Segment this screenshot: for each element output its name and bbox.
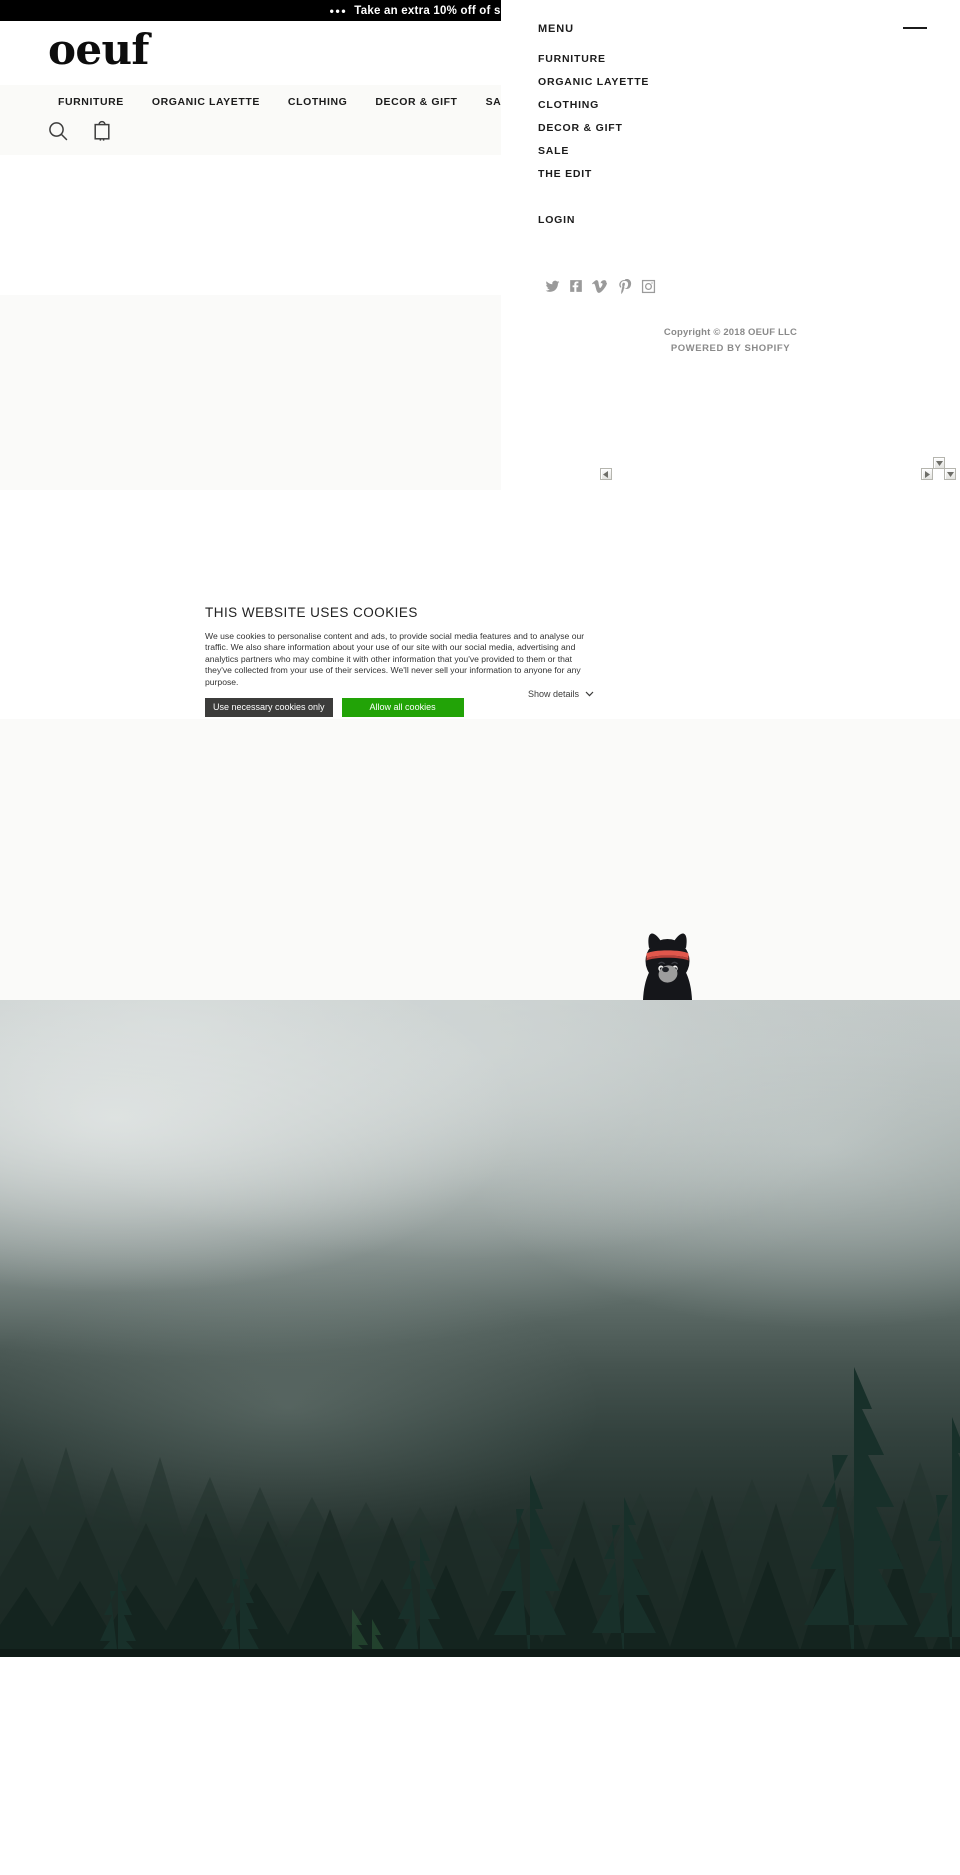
menu-item-furniture[interactable]: FURNITURE (538, 48, 838, 71)
cookie-title: THIS WEBSITE USES COOKIES (205, 605, 418, 620)
search-icon[interactable] (44, 117, 72, 145)
cookie-content: THIS WEBSITE USES COOKIES We use cookies… (205, 604, 725, 717)
nav-item-sale[interactable]: SALE (472, 85, 501, 119)
chevron-down-icon (585, 691, 594, 697)
cookie-consent-banner: THIS WEBSITE USES COOKIES We use cookies… (0, 604, 960, 719)
scroll-left-arrow[interactable] (600, 468, 612, 480)
scroll-down-arrow-lower[interactable] (944, 468, 956, 480)
show-details-label: Show details (528, 689, 580, 699)
menu-title: MENU (538, 23, 574, 35)
hero-whitespace (0, 155, 501, 295)
menu-item-login[interactable]: LOGIN (538, 214, 575, 226)
page-root: oeuf FURNITURE ORGANIC LAYETTE CLOTHING … (0, 0, 960, 1875)
page-bottom-whitespace (0, 1657, 960, 1875)
allow-all-cookies-button[interactable]: Allow all cookies (341, 697, 464, 717)
nav-item-clothing[interactable]: CLOTHING (274, 85, 361, 119)
powered-by-text: POWERED BY SHOPIFY (670, 343, 791, 354)
menu-panel-footer-space (501, 405, 960, 490)
content-white-strip (0, 490, 960, 608)
primary-nav: FURNITURE ORGANIC LAYETTE CLOTHING DECOR… (0, 85, 501, 119)
announcement-mask (501, 0, 960, 21)
menu-item-the-edit[interactable]: THE EDIT (538, 163, 838, 186)
primary-nav-band: FURNITURE ORGANIC LAYETTE CLOTHING DECOR… (0, 85, 501, 155)
instagram-icon[interactable] (641, 279, 656, 294)
cart-icon[interactable] (88, 117, 116, 145)
show-details-toggle[interactable]: Show details (528, 689, 594, 699)
use-necessary-cookies-button[interactable]: Use necessary cookies only (205, 697, 333, 717)
twitter-icon[interactable] (545, 279, 560, 294)
nav-icon-row (44, 117, 116, 145)
nav-item-organic-layette[interactable]: ORGANIC LAYETTE (138, 85, 274, 119)
cookie-actions: Use necessary cookies only Allow all coo… (205, 697, 725, 717)
menu-item-decor-gift[interactable]: DECOR & GIFT (538, 117, 838, 140)
social-links (545, 278, 675, 294)
menu-list: FURNITURE ORGANIC LAYETTE CLOTHING DECOR… (538, 48, 838, 186)
scroll-right-arrow[interactable] (921, 468, 933, 480)
copyright-text: Copyright © 2018 OEUF LLC (663, 327, 798, 338)
menu-item-clothing[interactable]: CLOTHING (538, 94, 838, 117)
vimeo-icon[interactable] (592, 278, 608, 294)
black-bear-mascot-icon (643, 933, 692, 1000)
announcement-dots: ••• (329, 3, 348, 18)
menu-footer-copy: Copyright © 2018 OEUF LLC POWERED BY SHO… (501, 325, 960, 357)
logo-band: oeuf (0, 21, 501, 85)
close-icon[interactable] (903, 22, 927, 34)
cookie-description: We use cookies to personalise content an… (205, 630, 585, 687)
pinterest-icon[interactable] (617, 278, 632, 294)
forest-hero-image (0, 1000, 960, 1657)
forest-treeline (0, 1367, 960, 1657)
mascot-stage (0, 719, 960, 1000)
nav-item-furniture[interactable]: FURNITURE (44, 85, 138, 119)
nav-item-decor-gift[interactable]: DECOR & GIFT (361, 85, 471, 119)
site-logo[interactable]: oeuf (48, 29, 149, 71)
facebook-icon[interactable] (569, 279, 583, 293)
menu-item-organic-layette[interactable]: ORGANIC LAYETTE (538, 71, 838, 94)
menu-item-sale[interactable]: SALE (538, 140, 838, 163)
